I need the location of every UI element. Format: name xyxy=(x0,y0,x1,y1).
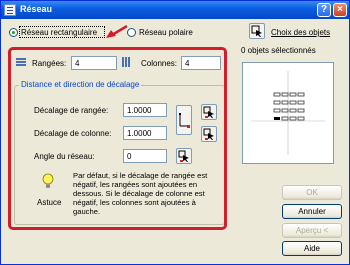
array-dialog: Réseau ? × Réseau rectangulaire Réseau p… xyxy=(0,0,350,265)
window-title: Réseau xyxy=(20,4,53,14)
preview-button[interactable]: Aperçu < xyxy=(282,223,342,238)
select-objects-button[interactable] xyxy=(249,23,265,39)
annotation-arrow-icon xyxy=(106,25,128,38)
preview-graphic xyxy=(251,71,325,155)
help-button[interactable]: Aide xyxy=(282,241,342,256)
array-preview xyxy=(242,62,334,164)
help-title-button[interactable]: ? xyxy=(317,3,331,17)
annotation-highlight-box xyxy=(8,47,227,230)
array-app-icon xyxy=(4,4,16,16)
select-objects-label[interactable]: Choix des objets xyxy=(271,28,330,37)
rectangular-array-radio[interactable] xyxy=(9,28,18,37)
pick-cursor-icon xyxy=(251,25,262,37)
cancel-button[interactable]: Annuler xyxy=(282,204,342,219)
title-bar[interactable]: Réseau ? × xyxy=(1,1,349,19)
polar-array-label[interactable]: Réseau polaire xyxy=(139,28,193,37)
polar-array-radio[interactable] xyxy=(127,28,136,37)
close-button[interactable]: × xyxy=(333,3,347,17)
rectangular-array-label[interactable]: Réseau rectangulaire xyxy=(21,28,97,37)
selected-count: 0 objets sélectionnés xyxy=(241,46,316,55)
ok-button[interactable]: OK xyxy=(282,185,342,200)
